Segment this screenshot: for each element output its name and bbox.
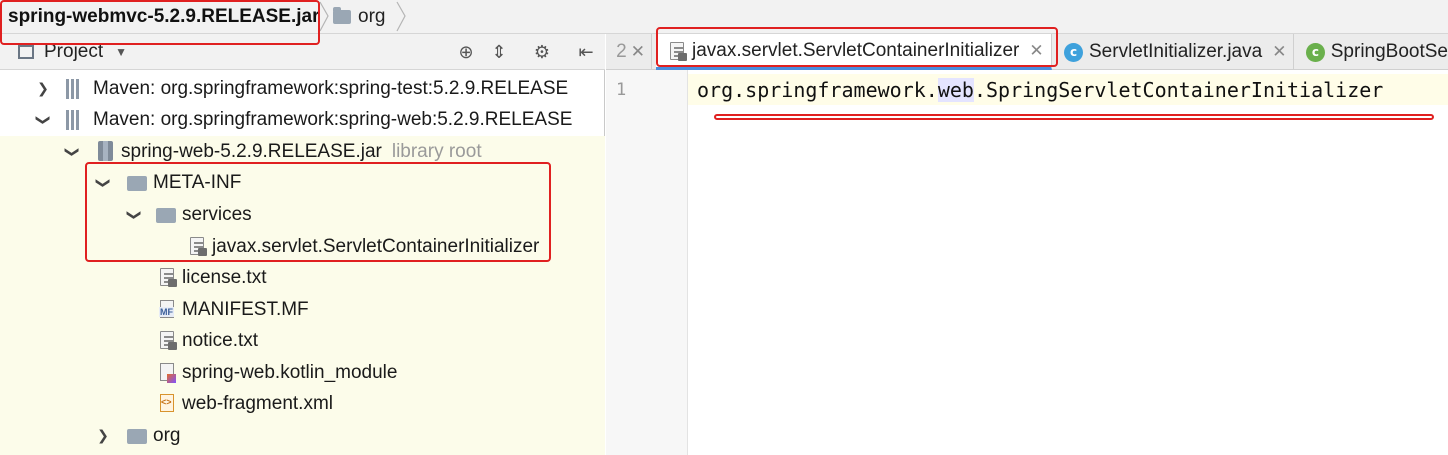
tree-label: MANIFEST.MF [182, 298, 309, 320]
tree-label: spring-web.kotlin_module [182, 361, 398, 383]
chevron-down-icon[interactable]: ❯ [95, 176, 111, 190]
project-view-selector[interactable]: Project ▼ [18, 40, 127, 64]
folder-icon [156, 208, 176, 223]
tree-row-services[interactable]: ❯ services [0, 199, 605, 230]
tree-label: services [182, 203, 252, 225]
manifest-icon: MF [159, 300, 174, 318]
folder-icon [127, 176, 147, 191]
tab-label: SpringBootSe [1330, 41, 1448, 62]
target-icon[interactable]: ⊕ [456, 42, 476, 63]
tree-row-notice[interactable]: notice.txt [0, 325, 605, 356]
breadcrumb-org-label: org [358, 5, 386, 27]
library-icon [66, 110, 84, 130]
xml-file-icon [160, 394, 174, 412]
navigation-bar: spring-webmvc-5.2.9.RELEASE.jar org [0, 0, 1448, 34]
tab-label: ServletInitializer.java [1089, 41, 1263, 62]
chevron-down-icon[interactable]: ❯ [126, 208, 142, 222]
hide-panel-icon[interactable]: ⇤ [576, 42, 596, 63]
tree-row-initializer-file[interactable]: javax.servlet.ServletContainerInitialize… [0, 231, 605, 262]
code-text: org.springframework. [697, 78, 938, 102]
code-text: .SpringServletContainerInitializer [973, 78, 1384, 102]
jar-name: spring-web-5.2.9.RELEASE.jar [121, 140, 382, 162]
tree-label: META-INF [153, 171, 242, 193]
tree-label: spring-web-5.2.9.RELEASE.jar library root [121, 141, 482, 163]
tree-row-kotlin-module[interactable]: spring-web.kotlin_module [0, 357, 605, 388]
tab-servlet-initializer[interactable]: c ServletInitializer.java ✕ [1054, 34, 1294, 70]
project-icon [18, 45, 34, 59]
class-icon: c [1064, 42, 1083, 62]
editor-tab-bar: 2 ✕ javax.servlet.ServletContainerInitia… [606, 34, 1448, 70]
editor-area: 2 ✕ javax.servlet.ServletContainerInitia… [606, 34, 1448, 455]
folder-icon [333, 6, 351, 24]
tree-label: license.txt [182, 266, 267, 288]
annotation-underline [714, 114, 1434, 120]
breadcrumb-org[interactable]: org [333, 0, 385, 33]
tree-label: org [153, 424, 181, 446]
close-icon[interactable]: ✕ [1272, 42, 1286, 62]
tree-row-org[interactable]: ❯ org [0, 420, 605, 451]
code-line[interactable]: org.springframework.web.SpringServletCon… [697, 78, 1383, 102]
close-icon[interactable]: ✕ [631, 42, 645, 62]
tree-row-web-fragment[interactable]: web-fragment.xml [0, 388, 605, 419]
tree-row-manifest[interactable]: MF MANIFEST.MF [0, 294, 605, 325]
close-icon[interactable]: ✕ [1029, 41, 1043, 61]
kotlin-module-icon [160, 363, 176, 383]
file-icon [670, 41, 687, 61]
tab-partial[interactable]: 2 ✕ [606, 34, 652, 70]
tab-spring-boot[interactable]: c SpringBootSe [1296, 34, 1448, 70]
line-number: 1 [616, 80, 627, 100]
tab-servlet-container-initializer[interactable]: javax.servlet.ServletContainerInitialize… [656, 34, 1052, 70]
jar-icon [98, 141, 113, 161]
tree-label: web-fragment.xml [182, 392, 333, 414]
chevron-down-icon[interactable]: ❯ [64, 145, 80, 159]
folder-icon [127, 429, 147, 444]
tree-label: Maven: org.springframework:spring-web:5.… [93, 108, 573, 130]
gear-icon[interactable]: ⚙ [532, 42, 552, 63]
class-icon: c [1306, 42, 1325, 62]
tree-row-maven-spring-web[interactable]: ❯ Maven: org.springframework:spring-web:… [0, 104, 605, 135]
text-file-icon [160, 331, 177, 350]
tree-label: javax.servlet.ServletContainerInitialize… [212, 235, 540, 257]
tree-row-maven-spring-test[interactable]: ❯ Maven: org.springframework:spring-test… [0, 73, 605, 104]
breadcrumb-jar[interactable]: spring-webmvc-5.2.9.RELEASE.jar [8, 0, 320, 33]
library-root-note: library root [391, 140, 482, 162]
tree-row-spring-web-jar[interactable]: ❯ spring-web-5.2.9.RELEASE.jar library ro… [0, 136, 605, 167]
project-title: Project [44, 41, 104, 62]
collapse-all-icon[interactable]: ⇕ [489, 42, 509, 63]
chevron-down-icon: ▼ [115, 45, 128, 59]
chevron-right-icon[interactable]: ❯ [36, 81, 50, 97]
text-file-icon [160, 268, 177, 287]
tree-row-meta-inf[interactable]: ❯ META-INF [0, 167, 605, 198]
tree-label: notice.txt [182, 329, 259, 351]
chevron-right-icon[interactable]: ❯ [96, 428, 110, 444]
tree-label: Maven: org.springframework:spring-test:5… [93, 77, 569, 99]
breadcrumb-jar-label: spring-webmvc-5.2.9.RELEASE.jar [8, 5, 320, 27]
breadcrumb-separator-icon [319, 1, 329, 32]
breadcrumb-separator-icon [396, 1, 406, 32]
tree-row-license[interactable]: license.txt [0, 262, 605, 293]
tab-label: javax.servlet.ServletContainerInitialize… [692, 39, 1020, 61]
tab-partial-label: 2 [616, 41, 627, 62]
line-number-gutter: 1 [606, 70, 688, 455]
library-icon [66, 79, 84, 99]
chevron-down-icon[interactable]: ❯ [35, 113, 51, 127]
project-panel: Project ▼ ⊕ ⇕ ⚙ ⇤ ❯ Maven: org.springfra… [0, 34, 605, 455]
project-panel-header: Project ▼ ⊕ ⇕ ⚙ ⇤ [0, 34, 605, 70]
code-highlighted-word: web [937, 78, 974, 102]
file-icon [190, 237, 207, 256]
